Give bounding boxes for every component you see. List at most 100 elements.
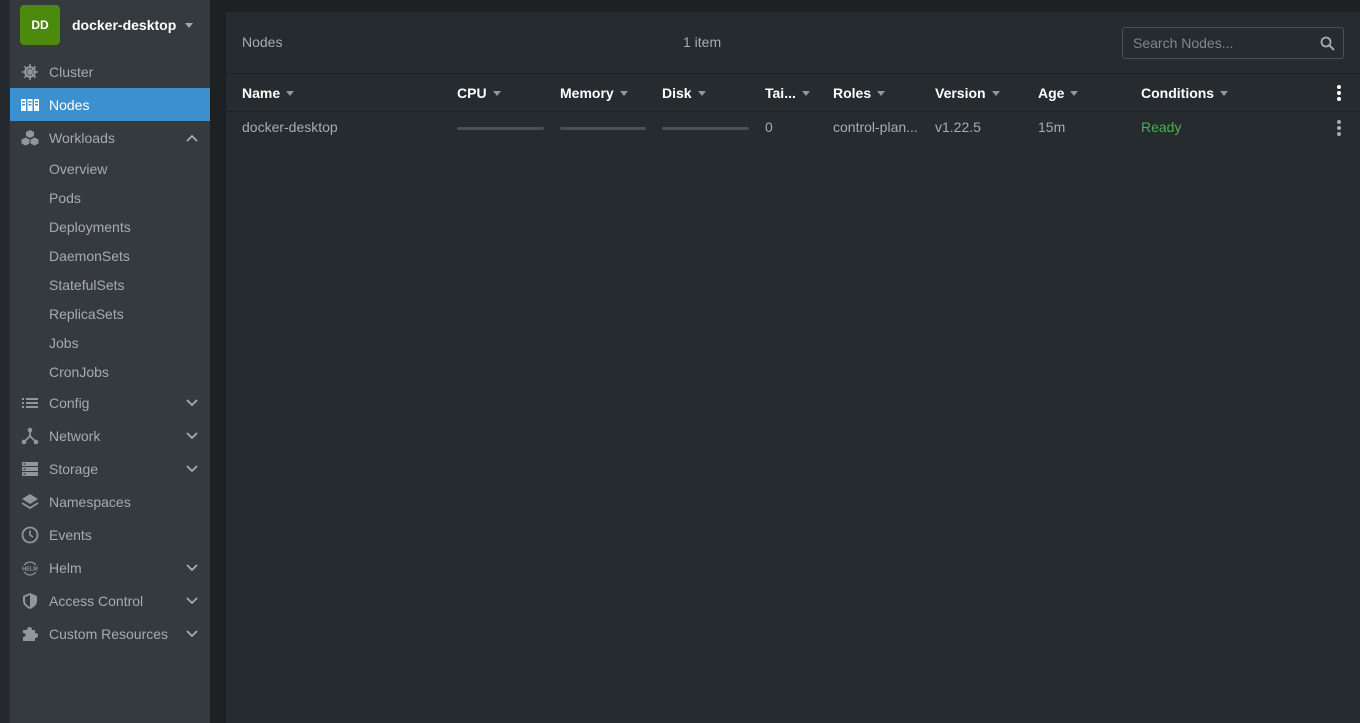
workloads-icon bbox=[21, 129, 39, 147]
column-label: Conditions bbox=[1141, 85, 1215, 101]
disk-usage-bar bbox=[662, 127, 749, 130]
sidebar-item-config[interactable]: Config bbox=[10, 386, 210, 419]
page-title: Nodes bbox=[242, 34, 283, 50]
cluster-dropdown-icon[interactable] bbox=[185, 22, 193, 28]
sidebar-item-label: Nodes bbox=[49, 96, 90, 113]
shield-icon bbox=[21, 592, 39, 610]
column-header-name[interactable]: Name bbox=[242, 85, 295, 101]
svg-text:HELM: HELM bbox=[22, 566, 38, 572]
sort-icon bbox=[1220, 90, 1229, 96]
table-row[interactable]: docker-desktop 0 control-plan... v1.22.5… bbox=[226, 112, 1360, 142]
sidebar-subitem-replicasets[interactable]: ReplicaSets bbox=[10, 299, 210, 328]
cluster-name: docker-desktop bbox=[72, 17, 177, 33]
helm-icon: HELM bbox=[21, 559, 39, 577]
sidebar-item-workloads[interactable]: Workloads bbox=[10, 121, 210, 154]
sidebar-subitem-pods[interactable]: Pods bbox=[10, 183, 210, 212]
sidebar-item-label: Workloads bbox=[49, 129, 115, 146]
sidebar-item-helm[interactable]: HELM Helm bbox=[10, 551, 210, 584]
layers-icon bbox=[21, 493, 39, 511]
sidebar-item-network[interactable]: Network bbox=[10, 419, 210, 452]
column-header-memory[interactable]: Memory bbox=[560, 85, 628, 101]
cell-taints: 0 bbox=[765, 119, 773, 135]
column-label: Tai... bbox=[765, 85, 796, 101]
storage-icon bbox=[21, 460, 39, 478]
cluster-selector[interactable]: DD docker-desktop bbox=[10, 0, 210, 50]
search-box[interactable] bbox=[1122, 27, 1344, 59]
sidebar-item-label: Events bbox=[49, 526, 92, 543]
sidebar-subitem-deployments[interactable]: Deployments bbox=[10, 212, 210, 241]
column-header-roles[interactable]: Roles bbox=[833, 85, 886, 101]
network-icon bbox=[21, 427, 39, 445]
column-label: Age bbox=[1038, 85, 1065, 101]
sidebar-subitem-statefulsets[interactable]: StatefulSets bbox=[10, 270, 210, 299]
sidebar-item-custom-resources[interactable]: Custom Resources bbox=[10, 617, 210, 650]
chevron-down-icon[interactable] bbox=[185, 429, 199, 443]
sidebar-item-label: Cluster bbox=[49, 63, 94, 80]
column-header-age[interactable]: Age bbox=[1038, 85, 1079, 101]
list-icon bbox=[21, 394, 39, 412]
sidebar-item-label: Helm bbox=[49, 559, 82, 576]
chevron-down-icon[interactable] bbox=[185, 396, 199, 410]
sidebar-item-cluster[interactable]: Cluster bbox=[10, 55, 210, 88]
search-icon[interactable] bbox=[1320, 36, 1335, 56]
column-header-version[interactable]: Version bbox=[935, 85, 1000, 101]
cluster-avatar: DD bbox=[20, 5, 60, 45]
sort-icon bbox=[286, 90, 295, 96]
chevron-down-icon[interactable] bbox=[185, 627, 199, 641]
column-header-taints[interactable]: Tai... bbox=[765, 85, 810, 101]
row-menu-icon[interactable] bbox=[1334, 120, 1344, 136]
sidebar-item-label: Storage bbox=[49, 460, 99, 477]
columns-menu-icon[interactable] bbox=[1334, 85, 1344, 101]
sidebar-nav: Cluster Nodes Workloads Overview Pods De… bbox=[10, 55, 210, 650]
sidebar-item-label: Namespaces bbox=[49, 493, 131, 510]
cell-version: v1.22.5 bbox=[935, 119, 981, 135]
chevron-down-icon[interactable] bbox=[185, 462, 199, 476]
sidebar-item-storage[interactable]: Storage bbox=[10, 452, 210, 485]
sidebar: DD docker-desktop Cluster Nodes Workload… bbox=[10, 0, 210, 723]
column-header-cpu[interactable]: CPU bbox=[457, 85, 501, 101]
sidebar-item-access-control[interactable]: Access Control bbox=[10, 584, 210, 617]
item-count: 1 item bbox=[683, 34, 722, 50]
cpu-usage-bar bbox=[457, 127, 544, 130]
sidebar-item-label: Custom Resources bbox=[49, 625, 169, 642]
sidebar-item-nodes[interactable]: Nodes bbox=[10, 88, 210, 121]
sidebar-subitem-overview[interactable]: Overview bbox=[10, 154, 210, 183]
cell-roles: control-plan... bbox=[833, 119, 918, 135]
sort-icon bbox=[801, 90, 810, 96]
app-window: DD docker-desktop Cluster Nodes Workload… bbox=[0, 0, 1360, 723]
search-input[interactable] bbox=[1133, 35, 1313, 51]
sidebar-subitem-cronjobs[interactable]: CronJobs bbox=[10, 357, 210, 386]
sidebar-subitem-jobs[interactable]: Jobs bbox=[10, 328, 210, 357]
column-label: CPU bbox=[457, 85, 487, 101]
column-label: Memory bbox=[560, 85, 614, 101]
cell-conditions: Ready bbox=[1141, 119, 1182, 135]
sort-icon bbox=[991, 90, 1000, 96]
chevron-up-icon[interactable] bbox=[185, 131, 199, 145]
helm-wheel-icon bbox=[21, 63, 39, 81]
list-header: Nodes 1 item bbox=[226, 12, 1360, 74]
table-header: Name CPU Memory Disk Tai... Roles Versio… bbox=[226, 74, 1360, 112]
column-label: Roles bbox=[833, 85, 872, 101]
sidebar-item-events[interactable]: Events bbox=[10, 518, 210, 551]
sidebar-item-label: Access Control bbox=[49, 592, 144, 609]
cell-age: 15m bbox=[1038, 119, 1066, 135]
sidebar-item-namespaces[interactable]: Namespaces bbox=[10, 485, 210, 518]
main-panel: Nodes 1 item Name CPU Memory Disk Tai...… bbox=[226, 12, 1360, 723]
column-header-disk[interactable]: Disk bbox=[662, 85, 706, 101]
sort-icon bbox=[619, 90, 628, 96]
chevron-down-icon[interactable] bbox=[185, 561, 199, 575]
nodes-icon bbox=[21, 96, 39, 114]
puzzle-icon bbox=[21, 625, 39, 643]
column-header-conditions[interactable]: Conditions bbox=[1141, 85, 1229, 101]
memory-usage-bar bbox=[560, 127, 646, 130]
sort-icon bbox=[877, 90, 886, 96]
left-gutter bbox=[0, 0, 10, 723]
sort-icon bbox=[1070, 90, 1079, 96]
column-label: Disk bbox=[662, 85, 692, 101]
cell-name: docker-desktop bbox=[242, 119, 338, 135]
sidebar-subitem-daemonsets[interactable]: DaemonSets bbox=[10, 241, 210, 270]
chevron-down-icon[interactable] bbox=[185, 594, 199, 608]
sidebar-item-label: Network bbox=[49, 427, 101, 444]
sidebar-item-label: Config bbox=[49, 394, 90, 411]
column-label: Name bbox=[242, 85, 281, 101]
